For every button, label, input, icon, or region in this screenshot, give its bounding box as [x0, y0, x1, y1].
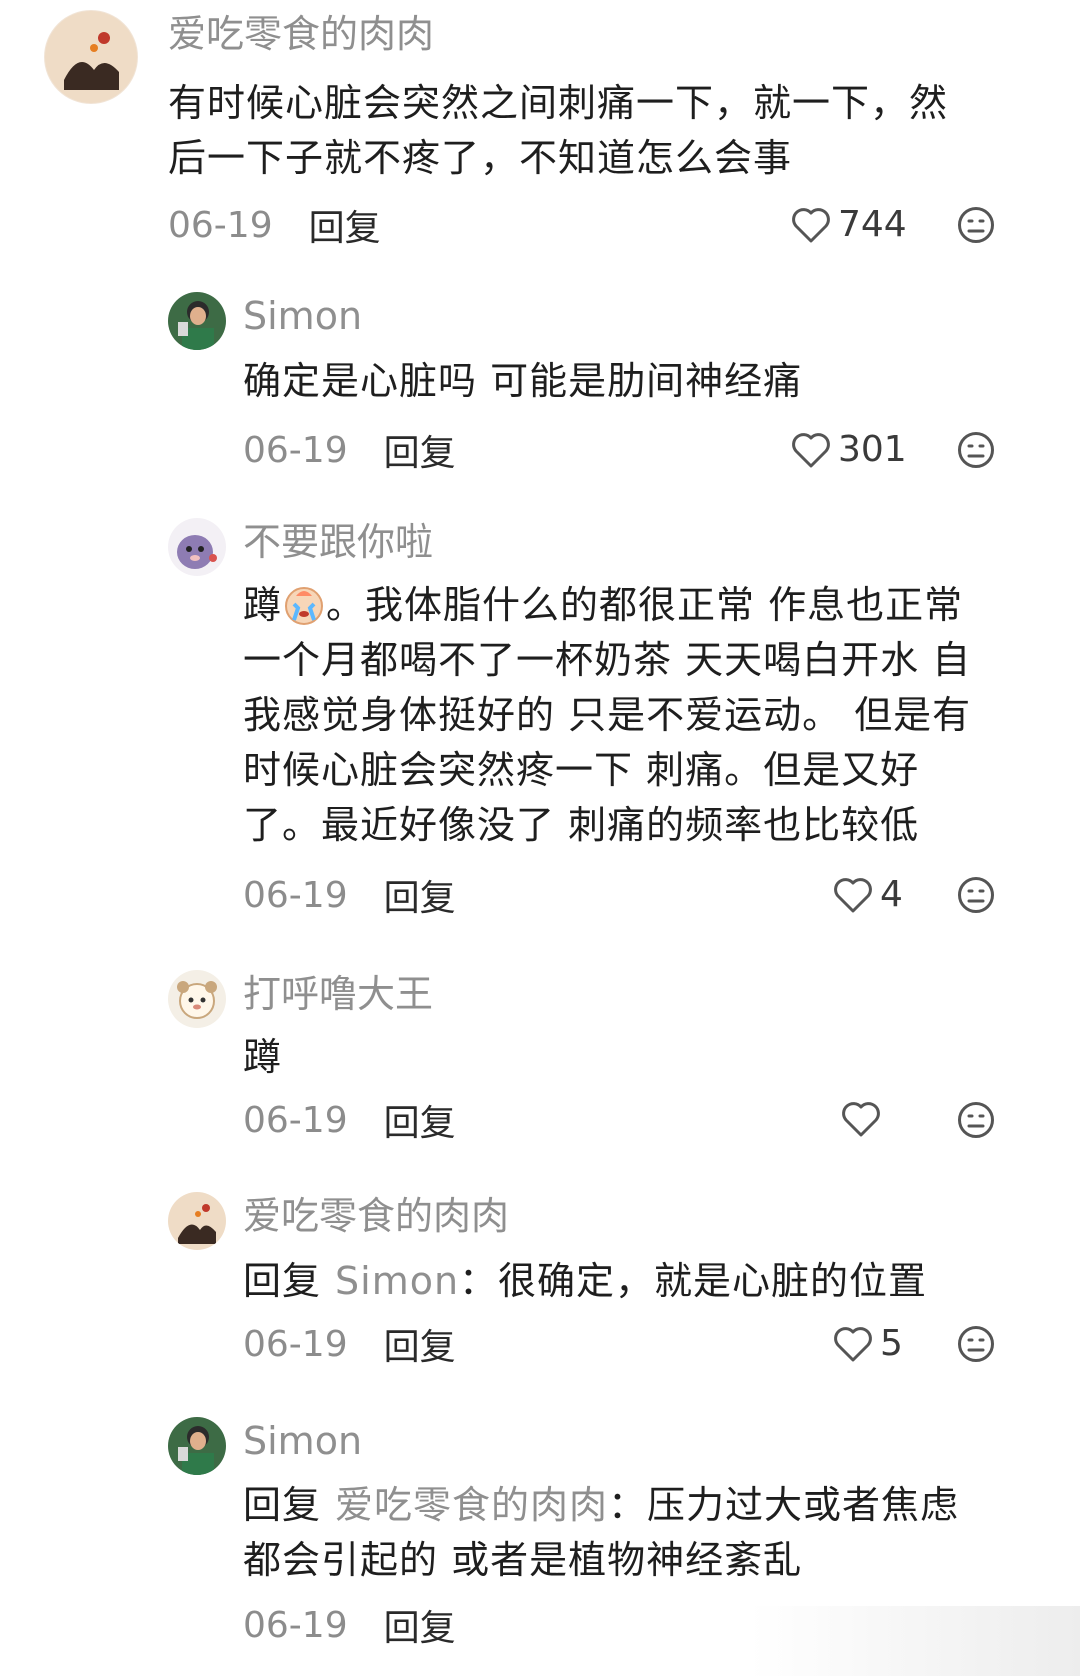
comment-text-body: ：压力过大或者焦虑 [608, 1483, 960, 1527]
comment-date: 06-19 [243, 1323, 348, 1365]
comment-text-suffix: 。我体脂什么的都很正常 作息也正常 [326, 583, 964, 627]
comment-meta: 06-19 回复 [243, 1095, 456, 1145]
crying-face-emoji [285, 587, 324, 625]
reply-button[interactable]: 回复 [384, 424, 456, 476]
heart-outline-icon [842, 1102, 880, 1137]
comment-line: 后一下子就不疼了，不知道怎么会事 [168, 136, 793, 180]
username[interactable]: Simon [243, 1419, 362, 1463]
comment-line: 回复 Simon：很确定，就是心脏的位置 [243, 1254, 927, 1309]
comment-text: 蹲。我体脂什么的都很正常 作息也正常 一个月都喝不了一杯奶茶 天天喝白开水 自 … [243, 578, 971, 853]
comment-line: 我感觉身体挺好的 只是不爱运动。 但是有 [243, 693, 972, 737]
comment-date: 06-19 [243, 874, 348, 916]
dislike-button[interactable] [957, 876, 995, 914]
username[interactable]: 打呼噜大王 [243, 972, 433, 1016]
comment-meta: 06-19 回复 [168, 200, 381, 250]
reply-prefix: 回复 [243, 1259, 322, 1303]
reply-button[interactable]: 回复 [384, 1599, 456, 1651]
comment-meta: 06-19 回复 [243, 870, 456, 920]
reply-button[interactable]: 回复 [384, 1094, 456, 1146]
comment-line: 确定是心脏吗 可能是肋间神经痛 [243, 359, 803, 403]
reply-button[interactable]: 回复 [384, 869, 456, 921]
comment-line: 有时候心脏会突然之间刺痛一下，就一下，然 [168, 81, 949, 125]
dislike-button[interactable] [957, 1101, 995, 1139]
avatar[interactable] [168, 970, 226, 1028]
heart-outline-icon [792, 207, 830, 242]
reply-prefix: 回复 [243, 1483, 322, 1527]
dislike-button[interactable] [957, 431, 995, 469]
like-button[interactable]: 301 [790, 429, 907, 470]
comment-text: 回复 爱吃零食的肉肉：压力过大或者焦虑 都会引起的 或者是植物神经紊乱 [243, 1478, 959, 1588]
dislike-button[interactable] [957, 1325, 995, 1363]
username[interactable]: 爱吃零食的肉肉 [243, 1194, 509, 1238]
comment-line: 了。最近好像没了 刺痛的频率也比较低 [243, 803, 920, 847]
dislike-button[interactable] [957, 206, 995, 244]
avatar[interactable] [168, 1192, 226, 1250]
like-count: 5 [880, 1323, 903, 1364]
comment-meta: 06-19 回复 [243, 1319, 456, 1369]
username[interactable]: 不要跟你啦 [243, 520, 433, 564]
avatar[interactable] [168, 1417, 226, 1475]
avatar[interactable] [168, 292, 226, 350]
comment-line: 一个月都喝不了一杯奶茶 天天喝白开水 自 [243, 638, 972, 682]
comment-date: 06-19 [243, 1604, 348, 1646]
heart-outline-icon [792, 432, 830, 467]
comment-text: 有时候心脏会突然之间刺痛一下，就一下，然 后一下子就不疼了，不知道怎么会事 [168, 76, 948, 186]
username[interactable]: 爱吃零食的肉肉 [168, 12, 434, 56]
comment-date: 06-19 [243, 1099, 348, 1141]
username[interactable]: Simon [243, 294, 362, 338]
avatar[interactable] [44, 10, 138, 104]
comment-text: 回复 Simon：很确定，就是心脏的位置 [243, 1254, 927, 1309]
like-button[interactable] [840, 1099, 882, 1139]
heart-outline-icon [834, 877, 872, 912]
like-count: 4 [880, 874, 903, 915]
heart-outline-icon [834, 1326, 872, 1361]
like-button[interactable]: 4 [832, 874, 903, 915]
comment-text: 确定是心脏吗 可能是肋间神经痛 [243, 354, 802, 409]
comment-meta: 06-19 回复 [243, 1600, 456, 1650]
comment-text: 蹲 [243, 1030, 282, 1085]
like-button[interactable]: 5 [832, 1323, 903, 1364]
comment-line: 回复 爱吃零食的肉肉：压力过大或者焦虑 [243, 1478, 959, 1533]
comment-line: 蹲。我体脂什么的都很正常 作息也正常 [243, 578, 971, 633]
comment-line: 时候心脏会突然疼一下 刺痛。但是又好 [243, 748, 920, 792]
reply-button[interactable]: 回复 [384, 1318, 456, 1370]
dislike-face-icon [958, 877, 994, 913]
comment-date: 06-19 [243, 429, 348, 471]
mention-link[interactable]: 爱吃零食的肉肉 [335, 1483, 608, 1527]
avatar[interactable] [168, 518, 226, 576]
watermark [750, 1606, 1080, 1676]
comment-line: 蹲 [243, 1035, 283, 1079]
reply-button[interactable]: 回复 [309, 199, 381, 251]
dislike-face-icon [958, 432, 994, 468]
comment-line: 都会引起的 或者是植物神经紊乱 [243, 1538, 803, 1582]
like-count: 301 [838, 429, 907, 470]
comment-text-prefix: 蹲 [243, 583, 283, 627]
dislike-face-icon [958, 1102, 994, 1138]
like-button[interactable]: 744 [790, 204, 907, 245]
dislike-face-icon [958, 1326, 994, 1362]
comment-text-body: ：很确定，就是心脏的位置 [459, 1259, 928, 1303]
comment-date: 06-19 [168, 204, 273, 246]
comment-meta: 06-19 回复 [243, 425, 456, 475]
dislike-face-icon [958, 207, 994, 243]
mention-link[interactable]: Simon [335, 1259, 459, 1303]
like-count: 744 [838, 204, 907, 245]
